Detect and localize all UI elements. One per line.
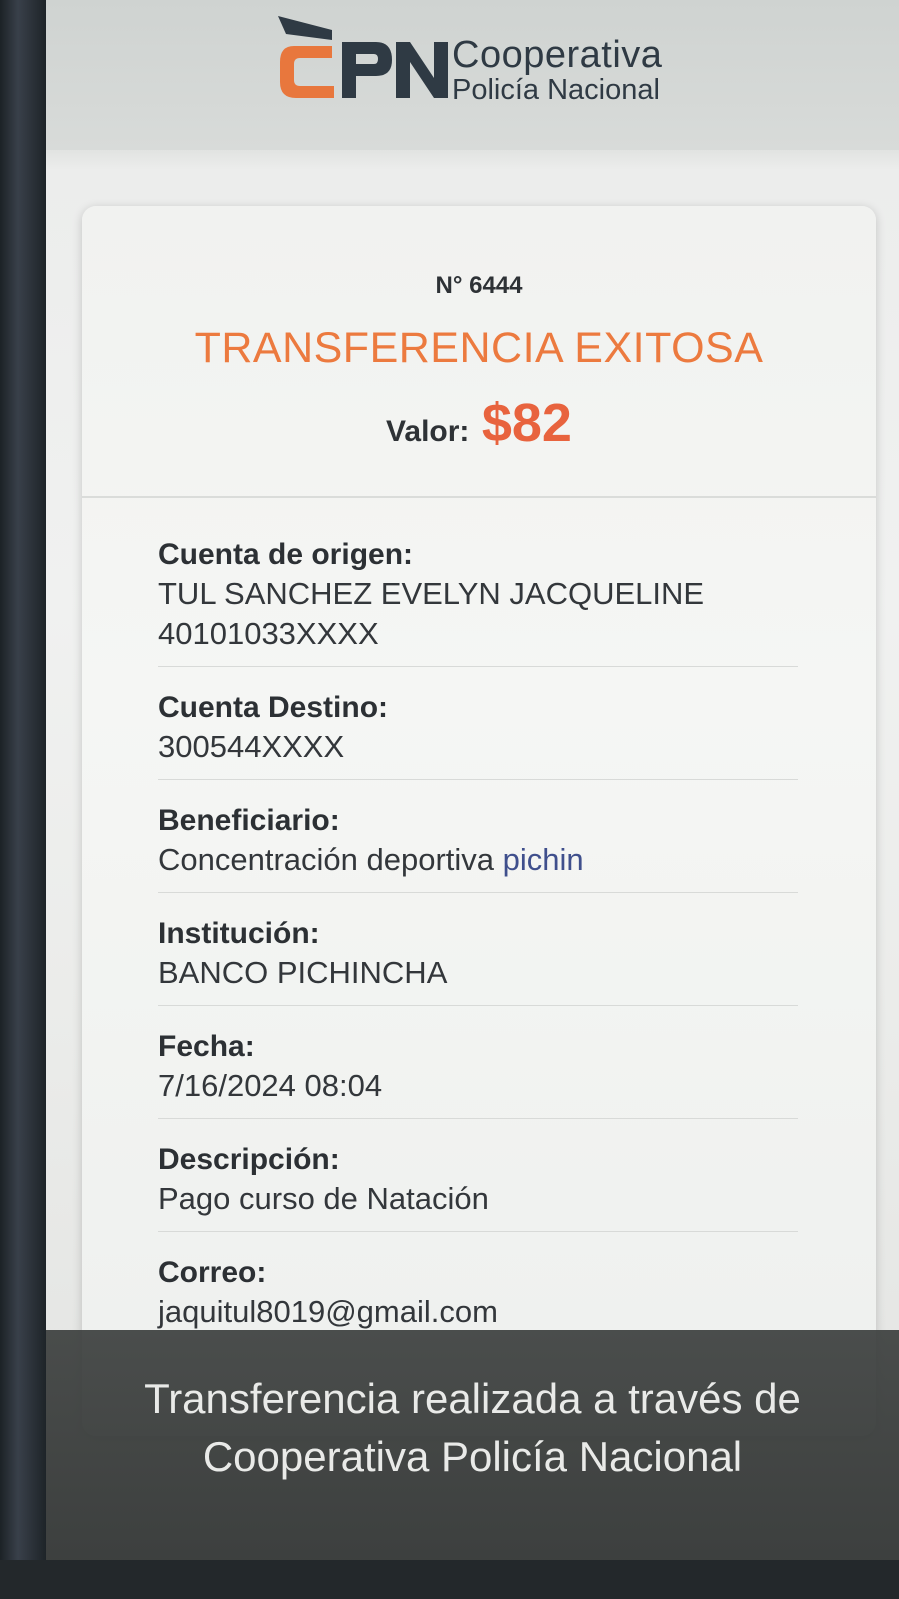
field-value: 300544XXXX	[158, 729, 345, 764]
brand-name: Cooperativa Policía Nacional	[452, 36, 662, 105]
divider	[82, 496, 876, 498]
field-date: Fecha: 7/16/2024 08:04	[158, 1028, 798, 1119]
amount-label: Valor:	[386, 415, 470, 448]
field-beneficiary: Beneficiario: Concentración deportiva pi…	[158, 802, 798, 893]
receipt-number: N° 6444	[435, 272, 523, 299]
field-label: Cuenta de origen:	[158, 538, 414, 571]
brand-line1: Cooperativa	[452, 34, 663, 76]
field-value: Pago curso de Natación	[158, 1181, 489, 1216]
receipt-card: N° 6444 TRANSFERENCIA EXITOSA Valor: $82…	[82, 206, 876, 1436]
field-value: 40101033XXXX	[158, 616, 379, 651]
detail-fields: Cuenta de origen: TUL SANCHEZ EVELYN JAC…	[158, 536, 798, 1366]
field-institution: Institución: BANCO PICHINCHA	[158, 915, 798, 1006]
header: Cooperativa Policía Nacional	[46, 0, 899, 150]
banner-line1: Transferencia realizada a través de	[144, 1375, 801, 1422]
field-label: Cuenta Destino:	[158, 691, 389, 724]
field-value: jaquitul8019@gmail.com	[158, 1294, 498, 1329]
field-value: Concentración deportiva pichin	[158, 840, 798, 880]
field-label: Fecha:	[158, 1030, 255, 1063]
field-value: 7/16/2024 08:04	[158, 1068, 383, 1103]
field-description: Descripción: Pago curso de Natación	[158, 1141, 798, 1232]
field-origin-account: Cuenta de origen: TUL SANCHEZ EVELYN JAC…	[158, 536, 798, 667]
field-label: Institución:	[158, 917, 320, 950]
field-value: TUL SANCHEZ EVELYN JACQUELINE	[158, 576, 705, 611]
amount-value: $82	[481, 393, 572, 453]
beneficiary-name: Concentración deportiva	[158, 842, 495, 877]
banner-line2: Cooperativa Policía Nacional	[202, 1433, 743, 1480]
field-label: Descripción:	[158, 1143, 340, 1176]
amount-row: Valor: $82	[82, 392, 876, 454]
banner-text: Transferencia realizada a través de Coop…	[46, 1370, 899, 1486]
bottom-strip	[0, 1560, 899, 1599]
status-title: TRANSFERENCIA EXITOSA	[194, 324, 764, 372]
cpn-logo: Cooperativa Policía Nacional	[272, 10, 712, 110]
beneficiary-name-suffix: pichin	[502, 842, 584, 877]
cpn-logo-icon	[278, 16, 448, 98]
brand-line2: Policía Nacional	[452, 74, 660, 106]
app-screen: Cooperativa Policía Nacional N° 6444 TRA…	[46, 0, 899, 1560]
field-label: Correo:	[158, 1256, 267, 1289]
field-destination-account: Cuenta Destino: 300544XXXX	[158, 689, 798, 780]
field-label: Beneficiario:	[158, 804, 340, 837]
field-value: BANCO PICHINCHA	[158, 955, 448, 990]
